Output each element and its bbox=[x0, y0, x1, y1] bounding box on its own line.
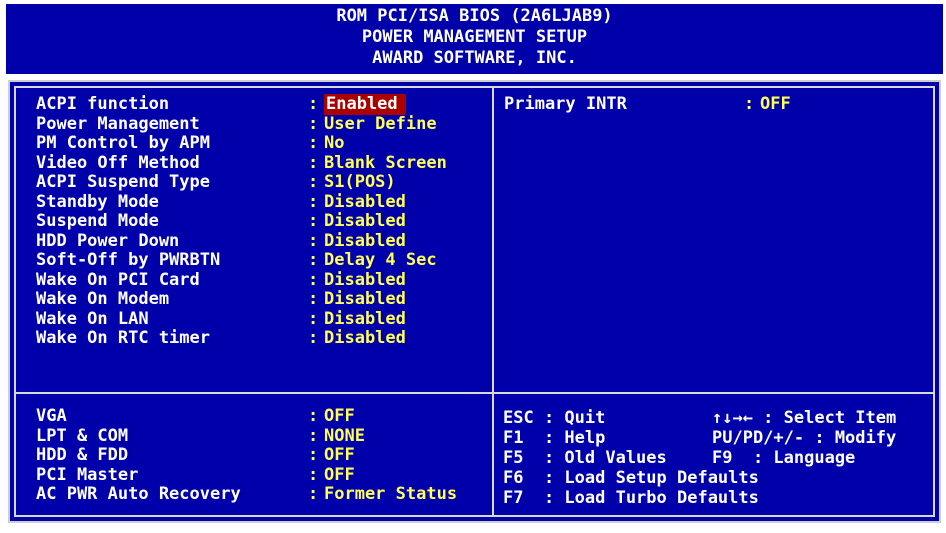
setting-separator: : bbox=[308, 172, 319, 192]
help-esc: ESC : Quit bbox=[503, 408, 606, 428]
setting-label: LPT & COM bbox=[36, 425, 129, 446]
setting-label: Soft-Off by PWRBTN bbox=[36, 250, 221, 270]
setting-separator: : bbox=[308, 191, 319, 212]
setting-value[interactable]: Disabled bbox=[324, 192, 406, 213]
setting-value[interactable]: NONE bbox=[324, 426, 365, 447]
setting-separator: : bbox=[308, 250, 319, 270]
help-f1: F1 : Help bbox=[503, 428, 606, 448]
setting-value[interactable]: OFF bbox=[324, 465, 355, 486]
bios-title: ROM PCI/ISA BIOS (2A6LJAB9) bbox=[336, 6, 613, 26]
setting-separator: : bbox=[744, 94, 755, 114]
setting-separator: : bbox=[308, 113, 319, 134]
setting-separator: : bbox=[308, 308, 319, 329]
setting-row-soft-off-by-pwrbtn[interactable]: Soft-Off by PWRBTN: Delay 4 Sec bbox=[36, 250, 524, 271]
setting-label: VGA bbox=[36, 406, 67, 426]
setting-label: Video Off Method bbox=[36, 152, 200, 173]
setting-value[interactable]: OFF bbox=[324, 406, 355, 427]
setting-value[interactable]: Disabled bbox=[324, 309, 406, 330]
setting-separator: : bbox=[308, 133, 319, 153]
setting-row-acpi-suspend-type[interactable]: ACPI Suspend Type: S1(POS) bbox=[36, 172, 524, 193]
setting-separator: : bbox=[308, 425, 319, 446]
setting-row-wake-on-pci-card[interactable]: Wake On PCI Card: Disabled bbox=[36, 270, 524, 291]
setting-value[interactable]: Disabled bbox=[324, 328, 406, 349]
setting-separator: : bbox=[308, 445, 319, 465]
setting-separator: : bbox=[308, 269, 319, 290]
setting-row-acpi-function[interactable]: ACPI function: Enabled bbox=[36, 94, 524, 115]
setting-row-standby-mode[interactable]: Standby Mode: Disabled bbox=[36, 192, 524, 213]
setting-separator: : bbox=[308, 406, 319, 426]
setting-row-ac-pwr-auto-recovery[interactable]: AC PWR Auto Recovery: Former Status bbox=[36, 484, 524, 505]
setting-label: Suspend Mode bbox=[36, 211, 159, 231]
setting-row-pci-master[interactable]: PCI Master: OFF bbox=[36, 465, 524, 486]
setting-label: ACPI Suspend Type bbox=[36, 172, 210, 192]
setting-value[interactable]: Former Status bbox=[324, 484, 457, 505]
bios-header: ROM PCI/ISA BIOS (2A6LJAB9) POWER MANAGE… bbox=[6, 4, 943, 74]
setting-separator: : bbox=[308, 464, 319, 485]
setting-separator: : bbox=[308, 328, 319, 348]
setting-value[interactable]: Disabled bbox=[324, 231, 406, 252]
setting-separator: : bbox=[308, 484, 319, 504]
setting-value[interactable]: Delay 4 Sec bbox=[324, 250, 437, 271]
setting-label: Wake On PCI Card bbox=[36, 269, 200, 290]
setting-label: HDD & FDD bbox=[36, 445, 129, 465]
setup-title: POWER MANAGEMENT SETUP bbox=[361, 27, 588, 47]
setting-value[interactable]: Disabled bbox=[324, 211, 406, 232]
setting-label: Primary INTR bbox=[504, 94, 627, 114]
setting-row-hdd-power-down[interactable]: HDD Power Down: Disabled bbox=[36, 231, 524, 252]
help-modify: PU/PD/+/- : Modify bbox=[712, 428, 897, 448]
help-language: F9 : Language bbox=[712, 448, 856, 468]
setting-label: Wake On Modem bbox=[36, 289, 170, 309]
section-divider bbox=[16, 392, 933, 394]
setting-row-wake-on-modem[interactable]: Wake On Modem: Disabled bbox=[36, 289, 524, 310]
setting-row-pm-control-by-apm[interactable]: PM Control by APM: No bbox=[36, 133, 524, 154]
setting-label: Standby Mode bbox=[36, 191, 159, 212]
setting-value[interactable]: No bbox=[324, 133, 344, 154]
setting-label: Power Management bbox=[36, 113, 200, 134]
setting-label: AC PWR Auto Recovery bbox=[36, 484, 241, 504]
setting-row-wake-on-lan[interactable]: Wake On LAN: Disabled bbox=[36, 309, 524, 330]
help-select-item: ↑↓→← : Select Item bbox=[712, 408, 897, 428]
setting-label: HDD Power Down bbox=[36, 230, 180, 251]
help-f5: F5 : Old Values bbox=[503, 448, 667, 468]
setting-label: PCI Master bbox=[36, 464, 139, 485]
setting-value[interactable]: Disabled bbox=[324, 289, 406, 310]
setting-separator: : bbox=[308, 230, 319, 251]
setting-value[interactable]: S1(POS) bbox=[324, 172, 396, 193]
setting-value[interactable]: Blank Screen bbox=[324, 153, 447, 174]
setting-row-power-management[interactable]: Power Management: User Define bbox=[36, 114, 524, 135]
setting-label: Wake On LAN bbox=[36, 308, 149, 329]
setup-frame: ACPI function: Enabled Power Management: Us… bbox=[8, 80, 941, 523]
setting-row-lpt-com[interactable]: LPT & COM: NONE bbox=[36, 426, 524, 447]
setting-row-primary-intr[interactable]: Primary INTR: OFF bbox=[504, 94, 946, 115]
help-f6: F6 : Load Setup Defaults bbox=[503, 468, 759, 488]
setting-separator: : bbox=[308, 94, 319, 114]
setting-row-hdd-fdd[interactable]: HDD & FDD: OFF bbox=[36, 445, 524, 466]
bios-screen: ROM PCI/ISA BIOS (2A6LJAB9) POWER MANAGE… bbox=[0, 0, 946, 533]
setting-label: PM Control by APM bbox=[36, 133, 210, 153]
setting-separator: : bbox=[308, 289, 319, 309]
setup-panel: ACPI function: Enabled Power Management: Us… bbox=[14, 86, 935, 517]
setting-separator: : bbox=[308, 211, 319, 231]
setting-row-video-off-method[interactable]: Video Off Method: Blank Screen bbox=[36, 153, 524, 174]
setting-value[interactable]: Disabled bbox=[324, 270, 406, 291]
help-f7: F7 : Load Turbo Defaults bbox=[503, 488, 759, 508]
vendor-title: AWARD SOFTWARE, INC. bbox=[372, 48, 577, 68]
setting-value[interactable]: User Define bbox=[324, 114, 437, 135]
setting-label: Wake On RTC timer bbox=[36, 328, 210, 348]
setting-row-suspend-mode[interactable]: Suspend Mode: Disabled bbox=[36, 211, 524, 232]
setting-separator: : bbox=[308, 152, 319, 173]
setting-value[interactable]: OFF bbox=[324, 445, 355, 466]
setting-value[interactable]: Enabled bbox=[324, 94, 406, 115]
setting-value[interactable]: OFF bbox=[760, 94, 791, 115]
setting-row-vga[interactable]: VGA: OFF bbox=[36, 406, 524, 427]
setting-row-wake-on-rtc-timer[interactable]: Wake On RTC timer: Disabled bbox=[36, 328, 524, 349]
setting-label: ACPI function bbox=[36, 94, 170, 114]
